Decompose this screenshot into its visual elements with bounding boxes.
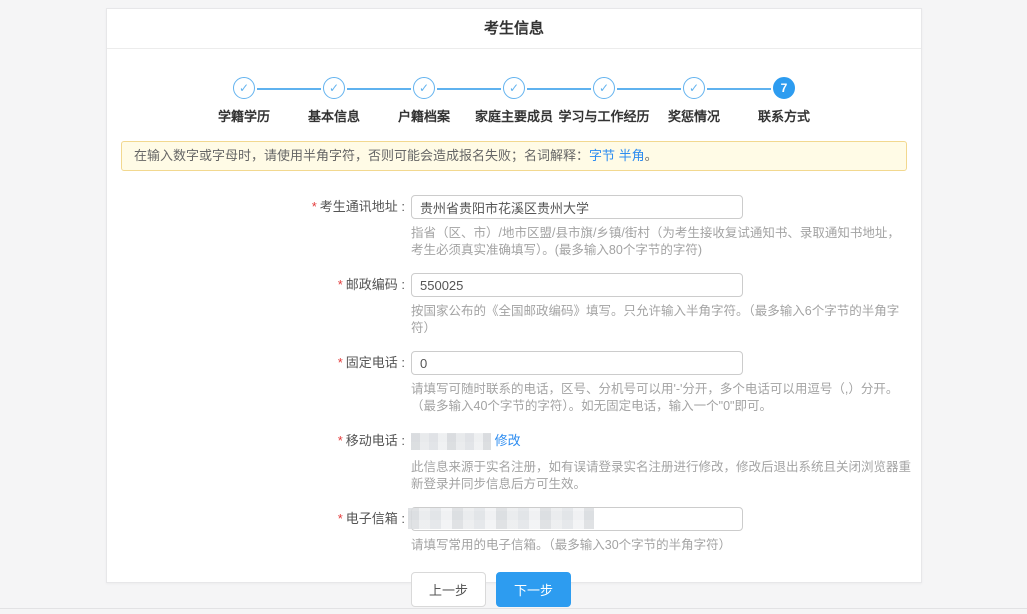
stepper-step-basic-info[interactable]: ✓ 基本信息 <box>289 77 379 125</box>
landline-help-text: 请填写可随时联系的电话，区号、分机号可以用'-'分开，多个电话可以用逗号（,）分… <box>411 381 911 415</box>
link-byte-glossary[interactable]: 字节 <box>589 148 615 163</box>
stepper-step-household[interactable]: ✓ 户籍档案 <box>379 77 469 125</box>
label-colon: : <box>398 511 405 526</box>
step-label: 基本信息 <box>308 106 360 125</box>
label-colon: : <box>398 199 405 214</box>
step-label: 户籍档案 <box>398 106 450 125</box>
label-text: 移动电话 <box>346 433 398 448</box>
postcode-help-text: 按国家公布的《全国邮政编码》填写。只允许输入半角字符。（最多输入6个字节的半角字… <box>411 303 911 337</box>
required-marker: * <box>312 199 317 214</box>
step-number-badge: 7 <box>773 77 795 99</box>
field-label: *固定电话 : <box>107 351 411 415</box>
stepper-connector <box>707 88 771 90</box>
step-label: 家庭主要成员 <box>475 106 553 125</box>
address-help-text: 指省（区、市）/地市区盟/县市旗/乡镇/街村（为考生接收复试通知书、录取通知书地… <box>411 225 911 259</box>
field-label: *电子信箱 : <box>107 507 411 554</box>
address-input[interactable] <box>411 195 743 219</box>
field-label: *考生通讯地址 : <box>107 195 411 259</box>
page-title: 考生信息 <box>107 9 921 49</box>
label-colon: : <box>398 355 405 370</box>
step-number: 7 <box>781 81 788 95</box>
email-help-text: 请填写常用的电子信箱。（最多输入30个字节的半角字符） <box>411 537 911 554</box>
email-input[interactable] <box>411 507 743 531</box>
stepper-connector <box>437 88 501 90</box>
label-colon: : <box>398 433 405 448</box>
label-text: 邮政编码 <box>346 277 398 292</box>
required-marker: * <box>338 277 343 292</box>
mobile-help-text: 此信息来源于实名注册，如有误请登录实名注册进行修改，修改后退出系统且关闭浏览器重… <box>411 459 911 493</box>
wizard-stepper: ✓ 学籍学历 ✓ 基本信息 ✓ 户籍档案 ✓ 家庭主要成员 ✓ 学习与工作经历 … <box>107 77 921 125</box>
check-icon: ✓ <box>329 81 339 95</box>
check-icon: ✓ <box>419 81 429 95</box>
field-label: *邮政编码 : <box>107 273 411 337</box>
check-circle-icon: ✓ <box>593 77 615 99</box>
previous-step-button[interactable]: 上一步 <box>411 572 486 607</box>
form-row-postcode: *邮政编码 : 按国家公布的《全国邮政编码》填写。只允许输入半角字符。（最多输入… <box>107 273 921 337</box>
form-row-mobile: *移动电话 : 修改 此信息来源于实名注册，如有误请登录实名注册进行修改，修改后… <box>107 429 921 493</box>
check-circle-icon: ✓ <box>413 77 435 99</box>
stepper-connector <box>347 88 411 90</box>
check-icon: ✓ <box>599 81 609 95</box>
step-label: 学习与工作经历 <box>559 106 650 125</box>
field-label: *移动电话 : <box>107 429 411 493</box>
check-icon: ✓ <box>509 81 519 95</box>
stepper-step-contact[interactable]: 7 联系方式 <box>739 77 829 125</box>
notice-suffix: 。 <box>645 148 658 163</box>
stepper-step-rewards[interactable]: ✓ 奖惩情况 <box>649 77 739 125</box>
check-circle-icon: ✓ <box>233 77 255 99</box>
contact-form: *考生通讯地址 : 指省（区、市）/地市区盟/县市旗/乡镇/街村（为考生接收复试… <box>107 195 921 607</box>
footer-divider <box>0 608 1027 609</box>
check-circle-icon: ✓ <box>323 77 345 99</box>
halfwidth-notice-banner: 在输入数字或字母时，请使用半角字符，否则可能会造成报名失败；名词解释：字节 半角… <box>121 141 907 171</box>
required-marker: * <box>338 355 343 370</box>
label-text: 考生通讯地址 <box>320 199 398 214</box>
postcode-input[interactable] <box>411 273 743 297</box>
step-label: 学籍学历 <box>218 106 270 125</box>
form-row-email: *电子信箱 : 请填写常用的电子信箱。（最多输入30个字节的半角字符） <box>107 507 921 554</box>
redacted-mobile-number <box>411 433 491 450</box>
check-circle-icon: ✓ <box>503 77 525 99</box>
step-label: 奖惩情况 <box>668 106 720 125</box>
form-buttons: 上一步 下一步 <box>411 572 921 607</box>
link-halfwidth-glossary[interactable]: 半角 <box>619 148 645 163</box>
form-row-address: *考生通讯地址 : 指省（区、市）/地市区盟/县市旗/乡镇/街村（为考生接收复试… <box>107 195 921 259</box>
check-icon: ✓ <box>689 81 699 95</box>
check-icon: ✓ <box>239 81 249 95</box>
stepper-connector <box>617 88 681 90</box>
candidate-info-panel: 考生信息 ✓ 学籍学历 ✓ 基本信息 ✓ 户籍档案 ✓ 家庭主要成员 ✓ 学习与… <box>106 8 922 583</box>
check-circle-icon: ✓ <box>683 77 705 99</box>
required-marker: * <box>338 433 343 448</box>
step-label: 联系方式 <box>758 106 810 125</box>
stepper-connector <box>527 88 591 90</box>
stepper-connector <box>257 88 321 90</box>
stepper-step-student-status[interactable]: ✓ 学籍学历 <box>199 77 289 125</box>
next-step-button[interactable]: 下一步 <box>496 572 571 607</box>
stepper-step-family-members[interactable]: ✓ 家庭主要成员 <box>469 77 559 125</box>
required-marker: * <box>338 511 343 526</box>
notice-text: 在输入数字或字母时，请使用半角字符，否则可能会造成报名失败；名词解释： <box>134 148 589 163</box>
label-colon: : <box>398 277 405 292</box>
form-row-landline: *固定电话 : 请填写可随时联系的电话，区号、分机号可以用'-'分开，多个电话可… <box>107 351 921 415</box>
label-text: 电子信箱 <box>346 511 398 526</box>
landline-input[interactable] <box>411 351 743 375</box>
modify-mobile-link[interactable]: 修改 <box>495 433 521 448</box>
label-text: 固定电话 <box>346 355 398 370</box>
stepper-step-experience[interactable]: ✓ 学习与工作经历 <box>559 77 649 125</box>
